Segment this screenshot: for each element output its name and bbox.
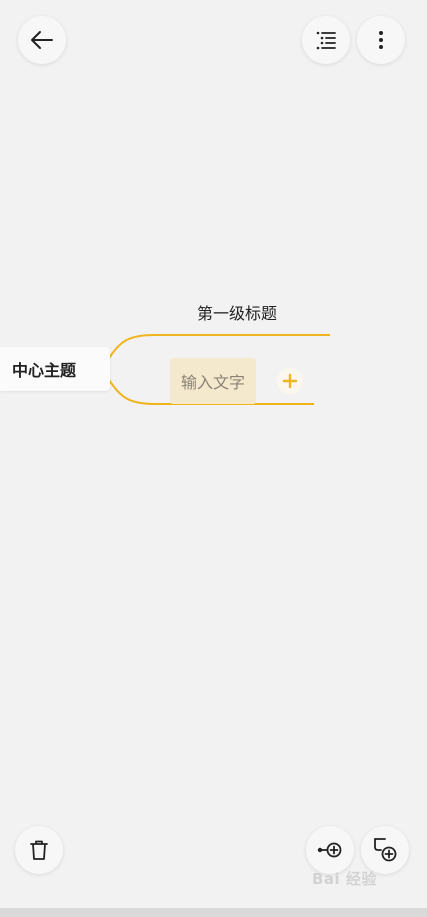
node-text-input[interactable]: 输入文字 (170, 358, 256, 404)
first-level-topic-label: 第一级标题 (196, 304, 277, 323)
system-navigation-bar (0, 908, 427, 917)
central-topic-label: 中心主题 (12, 361, 77, 380)
branch-line-first-level (107, 334, 330, 361)
add-sibling-node-icon (317, 842, 342, 858)
add-sibling-node-button[interactable] (306, 826, 354, 874)
node-input-placeholder: 输入文字 (180, 373, 245, 392)
plus-icon (282, 373, 298, 389)
central-topic-node[interactable]: 中心主题 (0, 347, 110, 391)
trash-icon (30, 840, 48, 860)
add-child-node-button[interactable] (361, 826, 409, 874)
add-child-node-icon (374, 838, 397, 862)
first-level-topic-node[interactable]: 第一级标题 (172, 298, 302, 326)
add-node-button[interactable] (277, 368, 303, 394)
mindmap-branch-lines (107, 334, 330, 405)
delete-node-button[interactable] (15, 826, 63, 874)
watermark: Bai 经验 (312, 870, 377, 888)
